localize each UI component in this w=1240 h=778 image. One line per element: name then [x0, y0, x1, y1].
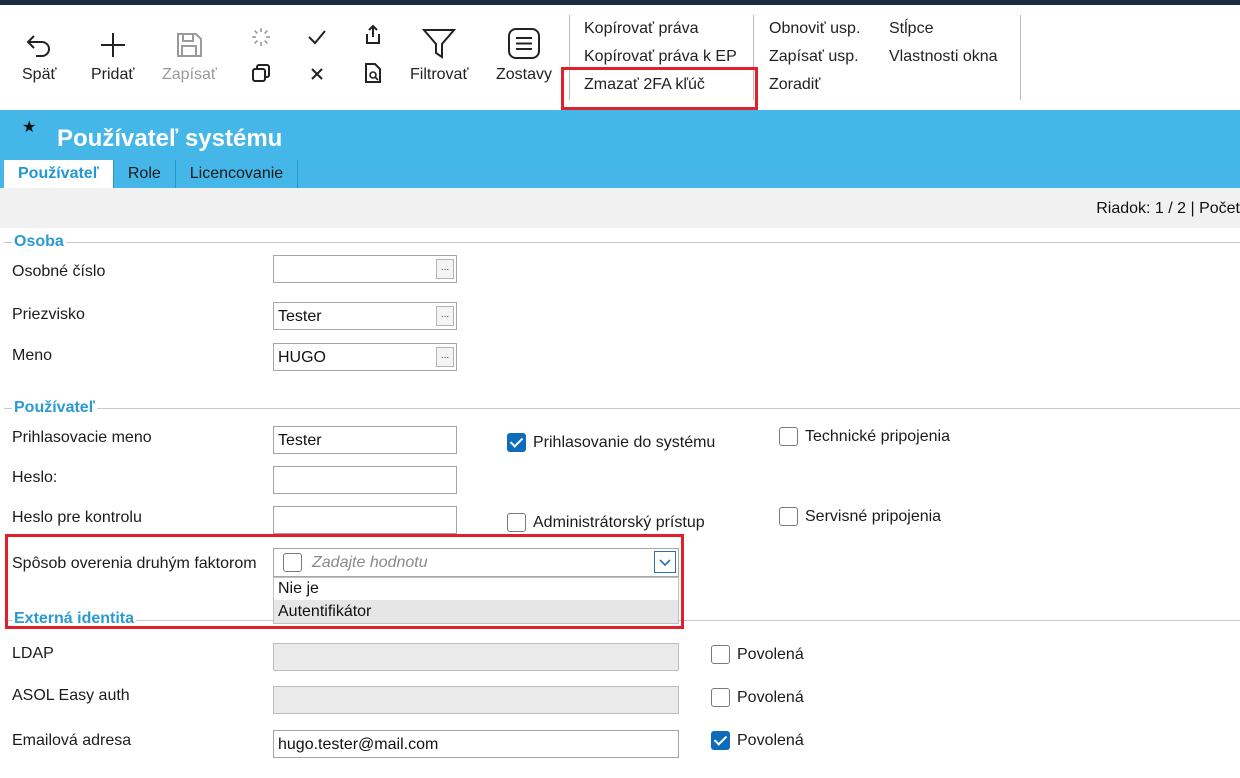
favorite-star-icon[interactable]: ★	[22, 117, 36, 137]
document-search-icon[interactable]	[361, 61, 385, 85]
email-value: hugo.tester@mail.com	[278, 736, 439, 753]
twofa-placeholder: Zadajte hodnotu	[312, 554, 428, 571]
login-label: Prihlasovacie meno	[12, 429, 152, 446]
group-title-external-identity: Externá identita	[12, 610, 137, 628]
save-button[interactable]: Zapísať	[162, 30, 217, 84]
row-counter: Riadok: 1 / 2 | Počet	[1096, 200, 1240, 217]
name-lookup-button[interactable]: ...	[436, 347, 454, 367]
funnel-icon	[422, 29, 457, 59]
copy-rights-menu-item[interactable]: Kopírovať práva	[584, 20, 699, 38]
surname-value: Tester	[278, 308, 322, 325]
personal-number-lookup-button[interactable]: ...	[436, 259, 454, 279]
twofa-method-label: Spôsob overenia druhým faktorom	[12, 555, 257, 572]
copy-rights-ep-menu-item[interactable]: Kopírovať práva k EP	[584, 48, 737, 66]
group-title-user: Používateľ	[12, 399, 97, 417]
page-title: Používateľ systému	[57, 125, 283, 152]
twofa-option-authenticator[interactable]: Autentifikátor	[274, 600, 678, 623]
asol-easy-auth-label: ASOL Easy auth	[12, 687, 130, 704]
email-enabled-checkbox[interactable]	[711, 731, 730, 750]
restore-settings-menu-item[interactable]: Obnoviť usp.	[769, 20, 860, 38]
toolbar-divider	[753, 15, 754, 100]
refresh-spinner-icon[interactable]	[249, 25, 273, 49]
save-settings-menu-item[interactable]: Zapísať usp.	[769, 48, 859, 66]
undo-arrow-icon	[26, 35, 51, 57]
twofa-method-select[interactable]: Zadajte hodnotu	[273, 548, 679, 577]
personal-number-label: Osobné číslo	[12, 263, 106, 280]
confirm-check-icon[interactable]	[305, 25, 329, 49]
technical-connections-label: Technické pripojenia	[805, 428, 950, 445]
password-field[interactable]	[273, 466, 457, 494]
email-field[interactable]: hugo.tester@mail.com	[273, 730, 679, 758]
asol-enabled-checkbox[interactable]	[711, 688, 730, 707]
login-enabled-label: Prihlasovanie do systému	[533, 434, 716, 451]
toolbar-divider	[569, 15, 570, 100]
ldap-label: LDAP	[12, 645, 54, 662]
ldap-field[interactable]	[273, 643, 679, 671]
name-value: HUGO	[278, 349, 326, 366]
ldap-enabled-label: Povolená	[737, 646, 804, 663]
tab-bar: Používateľ Role Licencovanie	[0, 160, 299, 188]
admin-access-checkbox[interactable]	[507, 513, 526, 532]
tab-licensing[interactable]: Licencovanie	[174, 160, 299, 188]
admin-access-label: Administrátorský prístup	[533, 514, 705, 531]
window-properties-menu-item[interactable]: Vlastnosti okna	[889, 48, 998, 66]
cancel-x-icon[interactable]	[305, 62, 329, 86]
technical-connections-checkbox[interactable]	[779, 427, 798, 446]
status-bar	[0, 188, 1240, 228]
email-enabled-label: Povolená	[737, 732, 804, 749]
copy-icon[interactable]	[249, 61, 273, 85]
add-button[interactable]: Pridať	[91, 30, 134, 84]
password-check-field[interactable]	[273, 506, 457, 534]
filter-button[interactable]: Filtrovať	[410, 27, 468, 84]
back-label: Späť	[22, 66, 57, 83]
reports-button[interactable]: Zostavy	[496, 27, 552, 84]
filter-label: Filtrovať	[410, 66, 469, 83]
surname-label: Priezvisko	[12, 306, 85, 323]
service-connections-label: Servisné pripojenia	[805, 508, 942, 525]
floppy-disk-icon	[177, 33, 203, 57]
delete-2fa-key-menu-item[interactable]: Zmazať 2FA kľúč	[584, 76, 705, 94]
report-list-icon	[508, 28, 540, 59]
twofa-option-none[interactable]: Nie je	[274, 577, 678, 600]
personal-number-field[interactable]: ...	[273, 255, 457, 283]
twofa-select-checkbox[interactable]	[283, 553, 302, 572]
tab-roles[interactable]: Role	[112, 160, 175, 188]
reports-label: Zostavy	[496, 66, 553, 83]
group-title-person: Osoba	[12, 233, 66, 251]
login-field[interactable]: Tester	[273, 426, 457, 454]
ldap-enabled-checkbox[interactable]	[711, 645, 730, 664]
export-share-icon[interactable]	[361, 23, 385, 47]
surname-lookup-button[interactable]: ...	[436, 306, 454, 326]
tab-user[interactable]: Používateľ	[4, 160, 113, 188]
login-value: Tester	[278, 432, 322, 449]
group-divider	[4, 408, 1240, 409]
email-label: Emailová adresa	[12, 732, 132, 749]
password-check-label: Heslo pre kontrolu	[12, 509, 142, 526]
chevron-down-icon[interactable]	[654, 551, 676, 573]
columns-menu-item[interactable]: Stĺpce	[889, 20, 933, 38]
surname-field[interactable]: Tester ...	[273, 302, 457, 330]
add-label: Pridať	[91, 66, 135, 83]
name-label: Meno	[12, 347, 53, 364]
password-label: Heslo:	[12, 469, 58, 486]
name-field[interactable]: HUGO ...	[273, 343, 457, 371]
toolbar-divider	[1020, 15, 1021, 100]
asol-easy-auth-field[interactable]	[273, 686, 679, 714]
toolbar: Späť Pridať Zapísať Filtrovať Zostavy Ko…	[0, 5, 1240, 110]
save-label: Zapísať	[162, 66, 217, 83]
plus-icon	[100, 33, 125, 57]
service-connections-checkbox[interactable]	[779, 507, 798, 526]
back-button[interactable]: Späť	[22, 30, 56, 84]
group-divider	[4, 242, 1240, 243]
login-enabled-checkbox[interactable]	[507, 433, 526, 452]
asol-enabled-label: Povolená	[737, 689, 804, 706]
sort-menu-item[interactable]: Zoradiť	[769, 76, 820, 94]
